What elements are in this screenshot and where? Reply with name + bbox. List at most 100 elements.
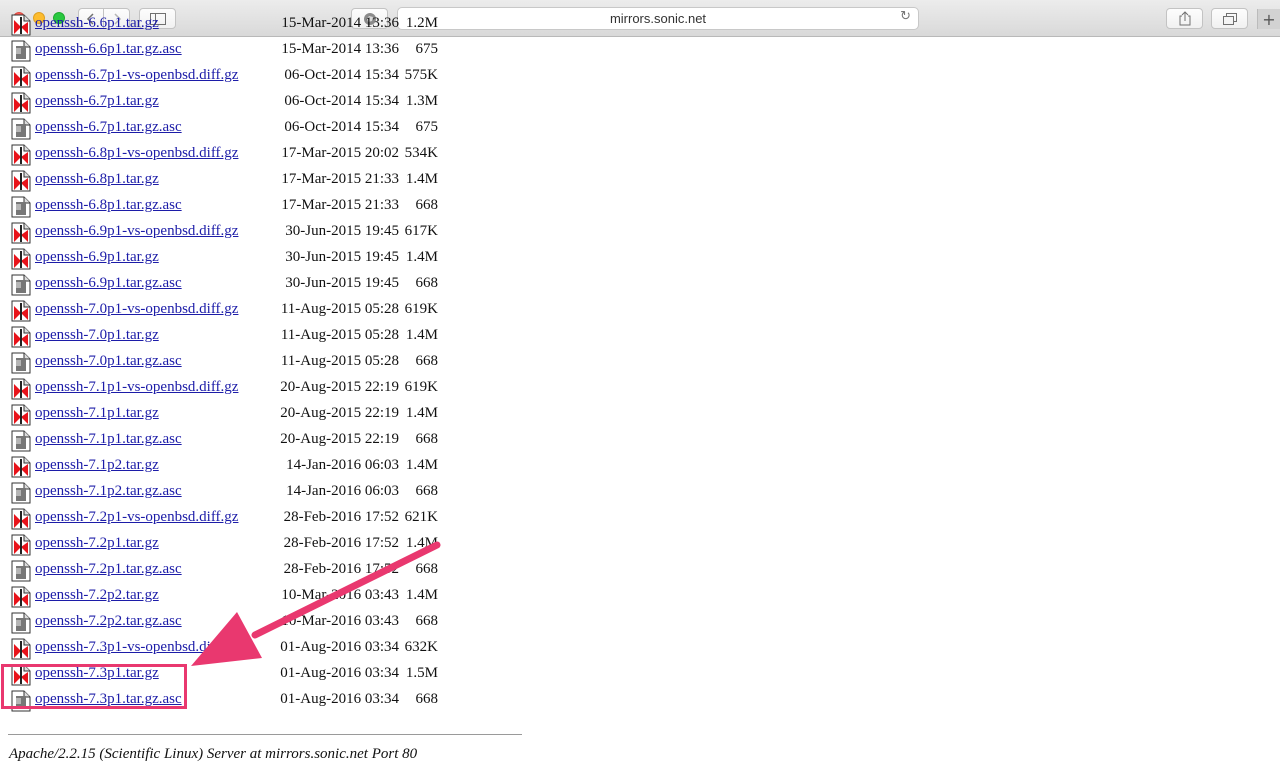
list-item: openssh-6.8p1.tar.gz.asc 17-Mar-2015 21:3… (0, 194, 520, 220)
text-file-icon (11, 352, 31, 374)
text-file-icon (11, 612, 31, 634)
list-item: openssh-6.6p1.tar.gz.asc 15-Mar-2014 13:3… (0, 38, 520, 64)
archive-file-icon (11, 300, 31, 322)
list-item: openssh-6.8p1.tar.gz 17-Mar-2015 21:33 1.4… (0, 168, 520, 194)
archive-file-icon (11, 222, 31, 244)
file-date: 11-Aug-2015 05:28 (280, 301, 399, 317)
divider (8, 734, 522, 735)
list-item: openssh-7.0p1.tar.gz 11-Aug-2015 05:28 1.4… (0, 324, 520, 350)
file-link[interactable]: openssh-6.8p1.tar.gz (35, 171, 159, 188)
file-size: 1.4M (405, 405, 438, 421)
archive-file-icon (11, 326, 31, 348)
file-date: 14-Jan-2016 06:03 (286, 483, 399, 499)
file-link[interactable]: openssh-6.6p1.tar.gz (35, 15, 159, 32)
file-size: 1.4M (405, 457, 438, 473)
file-date: 28-Feb-2016 17:52 (283, 561, 399, 577)
file-date: 01-Aug-2016 03:34 (280, 639, 399, 655)
text-file-icon (11, 560, 31, 582)
file-size: 619K (404, 379, 438, 395)
tabs-overview-button[interactable] (1211, 8, 1248, 29)
file-link[interactable]: openssh-7.1p1-vs-openbsd.diff.gz (35, 379, 238, 396)
file-size: 575K (404, 67, 438, 83)
archive-file-icon (11, 508, 31, 530)
file-link[interactable]: openssh-6.7p1-vs-openbsd.diff.gz (35, 67, 238, 84)
file-link[interactable]: openssh-7.2p2.tar.gz.asc (35, 613, 182, 630)
text-file-icon (11, 40, 31, 62)
file-date: 15-Mar-2014 13:36 (281, 15, 399, 31)
list-item: openssh-6.7p1-vs-openbsd.diff.gz 06-Oct-2… (0, 64, 520, 90)
file-link[interactable]: openssh-7.0p1.tar.gz (35, 327, 159, 344)
file-link[interactable]: openssh-7.2p2.tar.gz (35, 587, 159, 604)
file-size: 668 (415, 691, 439, 707)
file-date: 28-Feb-2016 17:52 (283, 509, 399, 525)
file-link[interactable]: openssh-7.0p1-vs-openbsd.diff.gz (35, 301, 238, 318)
text-file-icon (11, 196, 31, 218)
file-link[interactable]: openssh-7.2p1.tar.gz.asc (35, 561, 182, 578)
list-item: openssh-7.1p1-vs-openbsd.diff.gz 20-Aug-2… (0, 376, 520, 402)
file-size: 668 (415, 561, 439, 577)
file-date: 30-Jun-2015 19:45 (285, 249, 399, 265)
file-link[interactable]: openssh-7.0p1.tar.gz.asc (35, 353, 182, 370)
archive-file-icon (11, 456, 31, 478)
list-item: openssh-6.8p1-vs-openbsd.diff.gz 17-Mar-2… (0, 142, 520, 168)
file-link[interactable]: openssh-6.9p1.tar.gz.asc (35, 275, 182, 292)
archive-file-icon (11, 638, 31, 660)
file-link[interactable]: openssh-6.9p1-vs-openbsd.diff.gz (35, 223, 238, 240)
file-size: 668 (415, 431, 439, 447)
file-link[interactable]: openssh-7.1p2.tar.gz (35, 457, 159, 474)
file-date: 17-Mar-2015 20:02 (281, 145, 399, 161)
file-date: 06-Oct-2014 15:34 (284, 67, 399, 83)
file-date: 30-Jun-2015 19:45 (285, 275, 399, 291)
text-file-icon (11, 274, 31, 296)
file-size: 1.4M (405, 535, 438, 551)
share-button[interactable] (1166, 8, 1203, 29)
file-link[interactable]: openssh-6.8p1-vs-openbsd.diff.gz (35, 145, 238, 162)
file-date: 01-Aug-2016 03:34 (280, 691, 399, 707)
file-link[interactable]: openssh-6.8p1.tar.gz.asc (35, 197, 182, 214)
file-link[interactable]: openssh-7.1p2.tar.gz.asc (35, 483, 182, 500)
file-link[interactable]: openssh-7.1p1.tar.gz.asc (35, 431, 182, 448)
file-size: 632K (404, 639, 438, 655)
file-date: 06-Oct-2014 15:34 (284, 119, 399, 135)
file-link[interactable]: openssh-7.2p1.tar.gz (35, 535, 159, 552)
file-date: 11-Aug-2015 05:28 (280, 353, 399, 369)
file-size: 675 (415, 119, 439, 135)
file-link[interactable]: openssh-6.6p1.tar.gz.asc (35, 41, 182, 58)
file-size: 1.5M (405, 665, 438, 681)
file-size: 1.4M (405, 327, 438, 343)
file-size: 617K (404, 223, 438, 239)
archive-file-icon (11, 586, 31, 608)
list-item: openssh-6.9p1.tar.gz 30-Jun-2015 19:45 1.4… (0, 246, 520, 272)
file-size: 675 (415, 41, 439, 57)
file-link[interactable]: openssh-7.1p1.tar.gz (35, 405, 159, 422)
file-link[interactable]: openssh-6.7p1.tar.gz.asc (35, 119, 182, 136)
reload-icon[interactable]: ↻ (900, 9, 911, 24)
file-link[interactable]: openssh-6.7p1.tar.gz (35, 93, 159, 110)
list-item: openssh-7.3p1-vs-openbsd.diff.gz 01-Aug-2… (0, 636, 520, 662)
list-item: openssh-7.0p1.tar.gz.asc 11-Aug-2015 05:2… (0, 350, 520, 376)
file-link[interactable]: openssh-7.3p1-vs-openbsd.diff.gz (35, 639, 238, 656)
file-link[interactable]: openssh-7.2p1-vs-openbsd.diff.gz (35, 509, 238, 526)
list-item: openssh-6.9p1.tar.gz.asc 30-Jun-2015 19:4… (0, 272, 520, 298)
file-date: 20-Aug-2015 22:19 (280, 379, 399, 395)
file-size: 668 (415, 483, 439, 499)
file-link[interactable]: openssh-6.9p1.tar.gz (35, 249, 159, 266)
file-date: 28-Feb-2016 17:52 (283, 535, 399, 551)
archive-file-icon (11, 170, 31, 192)
file-size: 668 (415, 353, 439, 369)
new-tab-button[interactable]: + (1257, 9, 1280, 29)
file-size: 1.3M (405, 93, 438, 109)
file-size: 534K (404, 145, 438, 161)
list-item: openssh-7.1p2.tar.gz 14-Jan-2016 06:03 1.4… (0, 454, 520, 480)
text-file-icon (11, 118, 31, 140)
file-date: 11-Aug-2015 05:28 (280, 327, 399, 343)
file-date: 30-Jun-2015 19:45 (285, 223, 399, 239)
file-size: 1.4M (405, 249, 438, 265)
list-item: openssh-7.0p1-vs-openbsd.diff.gz 11-Aug-2… (0, 298, 520, 324)
list-item: openssh-7.2p1.tar.gz 28-Feb-2016 17:52 1.4… (0, 532, 520, 558)
archive-file-icon (11, 404, 31, 426)
share-icon (1179, 11, 1190, 26)
file-date: 06-Oct-2014 15:34 (284, 93, 399, 109)
archive-file-icon (11, 144, 31, 166)
file-size: 1.4M (405, 587, 438, 603)
